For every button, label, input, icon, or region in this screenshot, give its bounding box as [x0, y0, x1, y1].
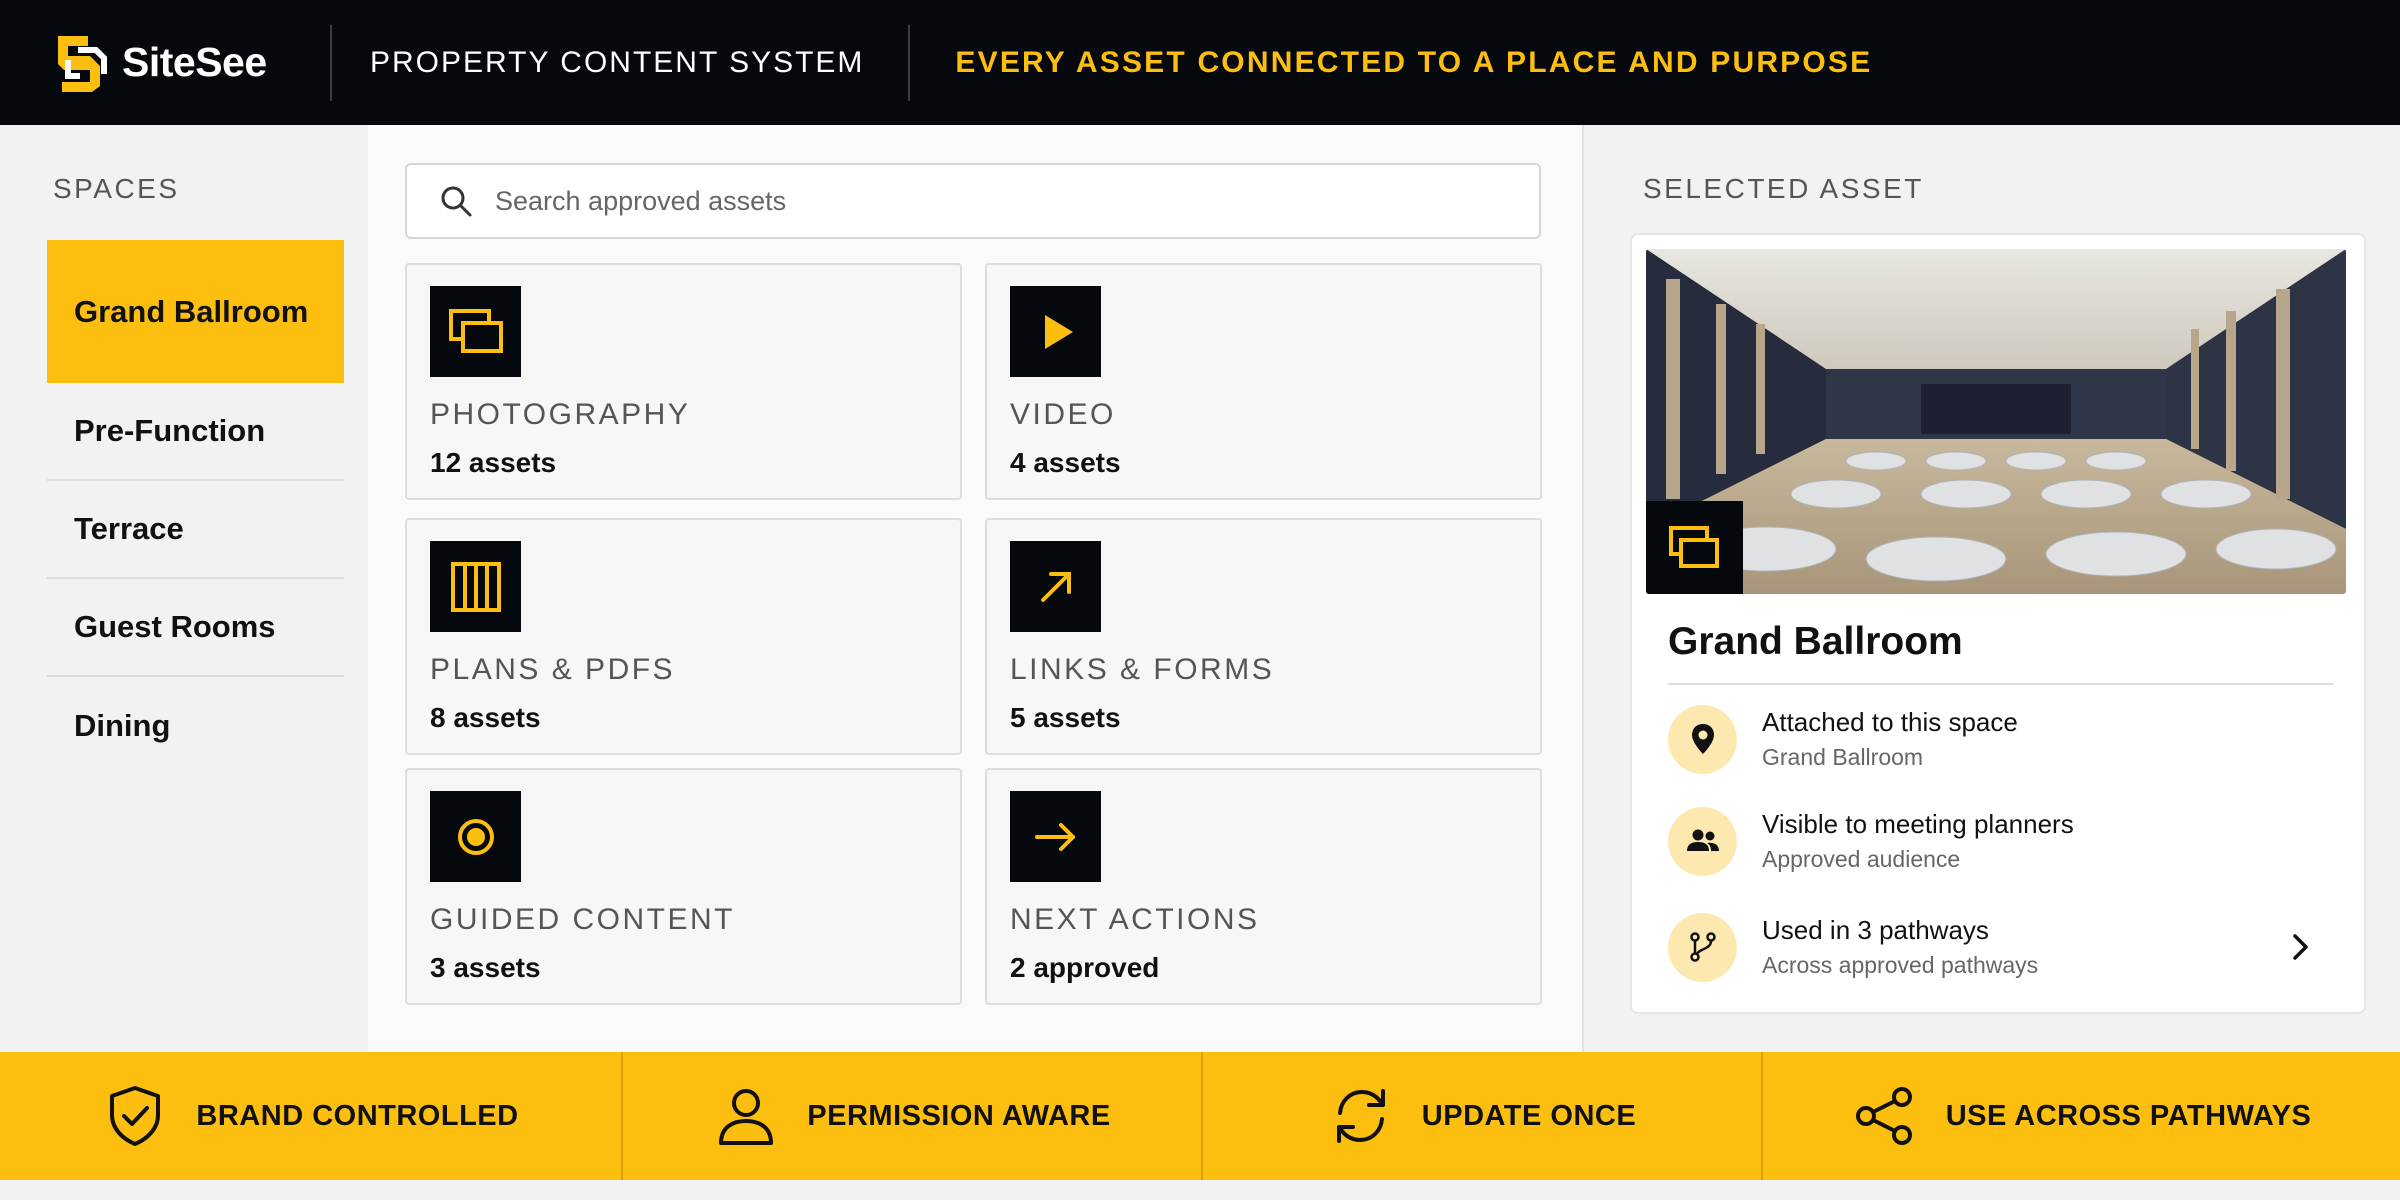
category-name: PHOTOGRAPHY — [430, 398, 691, 431]
category-card-guided-content[interactable]: GUIDED CONTENT 3 assets — [405, 768, 962, 1005]
target-icon — [430, 791, 521, 882]
arrow-right-icon — [1010, 791, 1101, 882]
header-tagline: EVERY ASSET CONNECTED TO A PLACE AND PUR… — [955, 45, 1873, 79]
feature-brand-controlled: BRAND CONTROLLED — [0, 1052, 623, 1180]
asset-title: Grand Ballroom — [1668, 620, 1963, 663]
property-title: Visible to meeting planners — [1762, 809, 2074, 839]
feature-update-once: UPDATE ONCE — [1203, 1052, 1763, 1180]
bottom-strip — [0, 1180, 2400, 1200]
category-count: 5 assets — [1010, 702, 1121, 733]
sidebar-item-grand-ballroom[interactable]: Grand Ballroom — [47, 240, 344, 383]
floor-plan-icon — [430, 541, 521, 632]
category-name: LINKS & FORMS — [1010, 653, 1275, 686]
category-name: GUIDED CONTENT — [430, 903, 735, 936]
category-count: 8 assets — [430, 702, 541, 733]
sidebar-item-terrace[interactable]: Terrace — [47, 481, 344, 579]
category-card-plans-pdfs[interactable]: PLANS & PDFS 8 assets — [405, 518, 962, 755]
photo-stack-icon — [430, 286, 521, 377]
property-title: Attached to this space — [1762, 707, 2018, 737]
play-icon — [1010, 286, 1101, 377]
photo-stack-icon — [1646, 501, 1743, 594]
sidebar-item-dining[interactable]: Dining — [47, 677, 344, 775]
category-card-video[interactable]: VIDEO 4 assets — [985, 263, 1542, 500]
property-visibility: Visible to meeting planners Approved aud… — [1668, 803, 2333, 879]
property-pathways[interactable]: Used in 3 pathways Across approved pathw… — [1668, 909, 2333, 985]
header-divider — [330, 24, 332, 101]
category-card-next-actions[interactable]: NEXT ACTIONS 2 approved — [985, 768, 1542, 1005]
chevron-right-icon[interactable] — [2285, 931, 2315, 963]
brand-logo[interactable]: SiteSee — [50, 30, 330, 96]
feature-bar: BRAND CONTROLLED PERMISSION AWARE UPDATE… — [0, 1052, 2400, 1180]
sitesee-logo-icon — [58, 35, 107, 92]
users-icon — [1668, 806, 1737, 876]
system-title: PROPERTY CONTENT SYSTEM — [370, 45, 865, 79]
category-name: NEXT ACTIONS — [1010, 903, 1260, 936]
property-detail: Across approved pathways — [1762, 952, 2039, 978]
search-icon — [441, 186, 472, 217]
category-card-links-forms[interactable]: LINKS & FORMS 5 assets — [985, 518, 1542, 755]
selected-asset-panel: SELECTED ASSET Grand Ballroom Attached t… — [1582, 125, 2400, 1052]
share-nodes-icon — [1855, 1087, 1912, 1145]
divider — [1668, 683, 2333, 685]
feature-use-across-pathways: USE ACROSS PATHWAYS — [1763, 1052, 2400, 1180]
category-name: PLANS & PDFS — [430, 653, 676, 686]
feature-label: BRAND CONTROLLED — [196, 1099, 519, 1132]
brand-name: SiteSee — [122, 39, 267, 85]
spaces-sidebar: SPACES Grand Ballroom Pre-Function Terra… — [0, 125, 368, 1052]
selected-asset-card: Grand Ballroom Attached to this space Gr… — [1630, 233, 2366, 1014]
feature-label: UPDATE ONCE — [1421, 1099, 1637, 1132]
spaces-heading: SPACES — [53, 173, 180, 204]
category-name: VIDEO — [1010, 398, 1116, 431]
asset-library: PHOTOGRAPHY 12 assets VIDEO 4 assets PLA… — [368, 125, 1582, 1052]
spaces-list: Grand Ballroom Pre-Function Terrace Gues… — [47, 240, 344, 775]
location-pin-icon — [1668, 704, 1737, 774]
search-input[interactable] — [495, 185, 1495, 217]
category-count: 4 assets — [1010, 447, 1121, 478]
feature-permission-aware: PERMISSION AWARE — [623, 1052, 1203, 1180]
header-divider — [908, 24, 911, 101]
sidebar-item-pre-function[interactable]: Pre-Function — [47, 383, 344, 481]
pathway-icon — [1668, 912, 1737, 982]
search-bar[interactable] — [405, 163, 1541, 239]
property-detail: Grand Ballroom — [1762, 744, 1924, 770]
selected-asset-heading: SELECTED ASSET — [1643, 173, 1924, 204]
category-card-photography[interactable]: PHOTOGRAPHY 12 assets — [405, 263, 962, 500]
sidebar-item-guest-rooms[interactable]: Guest Rooms — [47, 579, 344, 677]
feature-label: PERMISSION AWARE — [807, 1099, 1111, 1132]
category-count: 12 assets — [430, 447, 557, 478]
category-count: 2 approved — [1010, 952, 1160, 983]
ballroom-photo[interactable] — [1646, 249, 2346, 594]
arrow-up-right-icon — [1010, 541, 1101, 632]
property-title: Used in 3 pathways — [1762, 915, 1989, 945]
feature-label: USE ACROSS PATHWAYS — [1945, 1099, 2312, 1132]
refresh-icon — [1336, 1089, 1385, 1143]
property-attached-space: Attached to this space Grand Ballroom — [1668, 701, 2333, 777]
property-detail: Approved audience — [1762, 846, 1961, 872]
top-header: SiteSee PROPERTY CONTENT SYSTEM EVERY AS… — [0, 0, 2400, 125]
user-icon — [719, 1089, 774, 1145]
shield-check-icon — [110, 1086, 161, 1146]
category-count: 3 assets — [430, 952, 541, 983]
